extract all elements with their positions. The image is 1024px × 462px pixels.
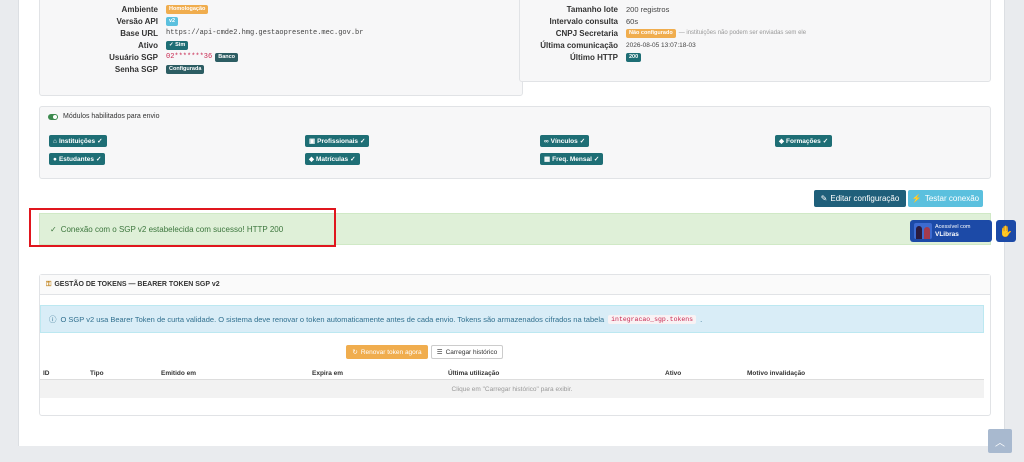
col-motivo: Motivo invalidação — [747, 370, 806, 377]
check-icon: ✓ — [169, 41, 174, 48]
intervalo-label: Intervalo consulta — [549, 16, 618, 26]
ambiente-row: Ambiente Homologação — [40, 4, 209, 14]
versao-row: Versão API v2 — [40, 16, 179, 26]
cnpj-row: CNPJ Secretaria Não configurado — instit… — [520, 28, 806, 38]
check-icon: ✓ — [593, 156, 600, 163]
col-ativo: Ativo — [665, 370, 682, 377]
versao-badge: v2 — [166, 16, 179, 26]
check-icon: ✓ — [822, 138, 829, 145]
tamanho-row: Tamanho lote 200 registros — [520, 4, 670, 14]
tamanho-value: 200 registros — [626, 4, 670, 14]
list-icon: ☰ — [436, 349, 443, 356]
col-emitido: Emitido em — [161, 370, 197, 377]
usuario-row: Usuário SGP 02*******36 Banco — [40, 52, 239, 62]
module-instituicoes: ⌂ Instituições ✓ — [49, 135, 107, 147]
tokens-empty-row: Clique em "Carregar histórico" para exib… — [40, 380, 984, 398]
cnpj-badge: Não configurado — [626, 28, 676, 38]
scroll-top-button[interactable]: ︿ — [988, 429, 1012, 453]
ativo-label: Ativo — [138, 40, 158, 50]
base-url-row: Base URL https://api-cmde2.hmg.gestaopre… — [40, 28, 363, 38]
usuario-value: 02*******36 — [166, 53, 213, 61]
tamanho-label: Tamanho lote — [566, 4, 618, 14]
col-tipo: Tipo — [90, 370, 104, 377]
info-icon: ⓘ — [49, 314, 57, 324]
bank-icon: ⌂ — [53, 137, 57, 145]
test-connection-button[interactable]: ⚡ Testar conexão — [908, 190, 983, 207]
ultima-label: Última comunicação — [540, 40, 618, 50]
cnpj-note: — instituições não podem ser enviadas se… — [678, 30, 807, 36]
modules-card: Módulos habilitados para envio ⌂ Institu… — [39, 106, 991, 179]
pencil-icon: ✎ — [820, 194, 828, 203]
module-vinculos: ∞ Vínculos ✓ — [540, 135, 590, 147]
chevron-up-icon: ︿ — [995, 437, 1005, 449]
sign-language-icon[interactable]: ✋ — [996, 220, 1016, 242]
tokens-panel: ⚿ GESTÃO DE TOKENS — BEARER TOKEN SGP v2… — [39, 274, 991, 416]
tokens-title: GESTÃO DE TOKENS — BEARER TOKEN SGP v2 — [54, 281, 220, 288]
graduation-cap-icon: ◆ — [309, 156, 314, 163]
tokens-info-alert: ⓘ O SGP v2 usa Bearer Token de curta val… — [40, 305, 984, 333]
check-icon: ✓ — [350, 156, 356, 163]
module-estudantes: ● Estudantes ✓ — [49, 153, 106, 165]
base-url-value: https://api-cmde2.hmg.gestaopresente.mec… — [166, 29, 364, 37]
toggle-on-icon — [48, 113, 58, 120]
tokens-table-code: integracao_sgp.tokens — [608, 314, 697, 324]
senha-row: Senha SGP Configurada — [40, 64, 205, 74]
intervalo-value: 60s — [626, 16, 639, 26]
tokens-table-header: ID Tipo Emitido em Expira em Última util… — [40, 367, 984, 380]
renew-token-button[interactable]: ↻ Renovar token agora — [346, 345, 428, 359]
vlibras-widget[interactable]: Acessível com VLibras — [910, 220, 992, 242]
http-row: Último HTTP 200 — [520, 52, 642, 62]
edit-config-button[interactable]: ✎ Editar configuração — [814, 190, 906, 207]
module-freq-mensal: ▦ Freq. Mensal ✓ — [540, 153, 604, 165]
module-profissionais: ▣ Profissionais ✓ — [305, 135, 370, 147]
modules-title: Módulos habilitados para envio — [48, 113, 160, 120]
highlight-box — [29, 208, 336, 247]
versao-label: Versão API — [116, 16, 158, 26]
intervalo-row: Intervalo consulta 60s — [520, 16, 639, 26]
usuario-label: Usuário SGP — [109, 52, 158, 62]
check-icon: ✓ — [97, 138, 103, 145]
senha-label: Senha SGP — [114, 64, 158, 74]
senha-badge: Configurada — [166, 64, 205, 74]
check-icon: ✓ — [579, 138, 586, 145]
tokens-table: ID Tipo Emitido em Expira em Última util… — [40, 367, 984, 401]
user-icon: ● — [53, 155, 57, 163]
cnpj-label: CNPJ Secretaria — [555, 28, 618, 38]
page-container: Ambiente Homologação Versão API v2 Base … — [18, 0, 1016, 446]
col-ultima-utilizacao: Última utilização — [448, 370, 500, 377]
plug-icon: ⚡ — [911, 194, 922, 203]
calendar-icon: ▦ — [544, 156, 551, 163]
sgp-config-card: Ambiente Homologação Versão API v2 Base … — [39, 0, 523, 96]
http-label: Último HTTP — [570, 52, 618, 62]
ultima-value: 2026-08-05 13:07:18-03 — [626, 41, 696, 49]
graduation-cap-icon: ◆ — [779, 138, 784, 145]
load-history-button[interactable]: ☰ Carregar histórico — [431, 345, 503, 359]
ambiente-badge: Homologação — [166, 4, 209, 14]
link-icon: ∞ — [544, 137, 549, 145]
sgp-params-card: Tamanho lote 200 registros Intervalo con… — [519, 0, 991, 82]
ambiente-label: Ambiente — [121, 4, 158, 14]
tokens-panel-header: ⚿ GESTÃO DE TOKENS — BEARER TOKEN SGP v2 — [40, 275, 990, 295]
key-icon: ⚿ — [46, 280, 52, 288]
vlibras-avatar-icon — [914, 223, 932, 239]
base-url-label: Base URL — [120, 28, 158, 38]
briefcase-icon: ▣ — [309, 138, 316, 145]
ativo-row: Ativo ✓ Sim — [40, 40, 189, 50]
col-expira: Expira em — [312, 370, 344, 377]
ultima-row: Última comunicação 2026-08-05 13:07:18-0… — [520, 40, 696, 50]
ativo-badge: ✓ Sim — [166, 40, 189, 50]
check-icon: ✓ — [95, 156, 102, 163]
module-formacoes: ◆ Formações ✓ — [775, 135, 833, 147]
refresh-icon: ↻ — [352, 349, 358, 356]
http-badge: 200 — [626, 52, 642, 62]
col-id: ID — [43, 370, 50, 377]
usuario-source-badge: Banco — [215, 52, 239, 62]
module-matriculas: ◆ Matrículas ✓ — [305, 153, 360, 165]
check-icon: ✓ — [359, 138, 366, 145]
